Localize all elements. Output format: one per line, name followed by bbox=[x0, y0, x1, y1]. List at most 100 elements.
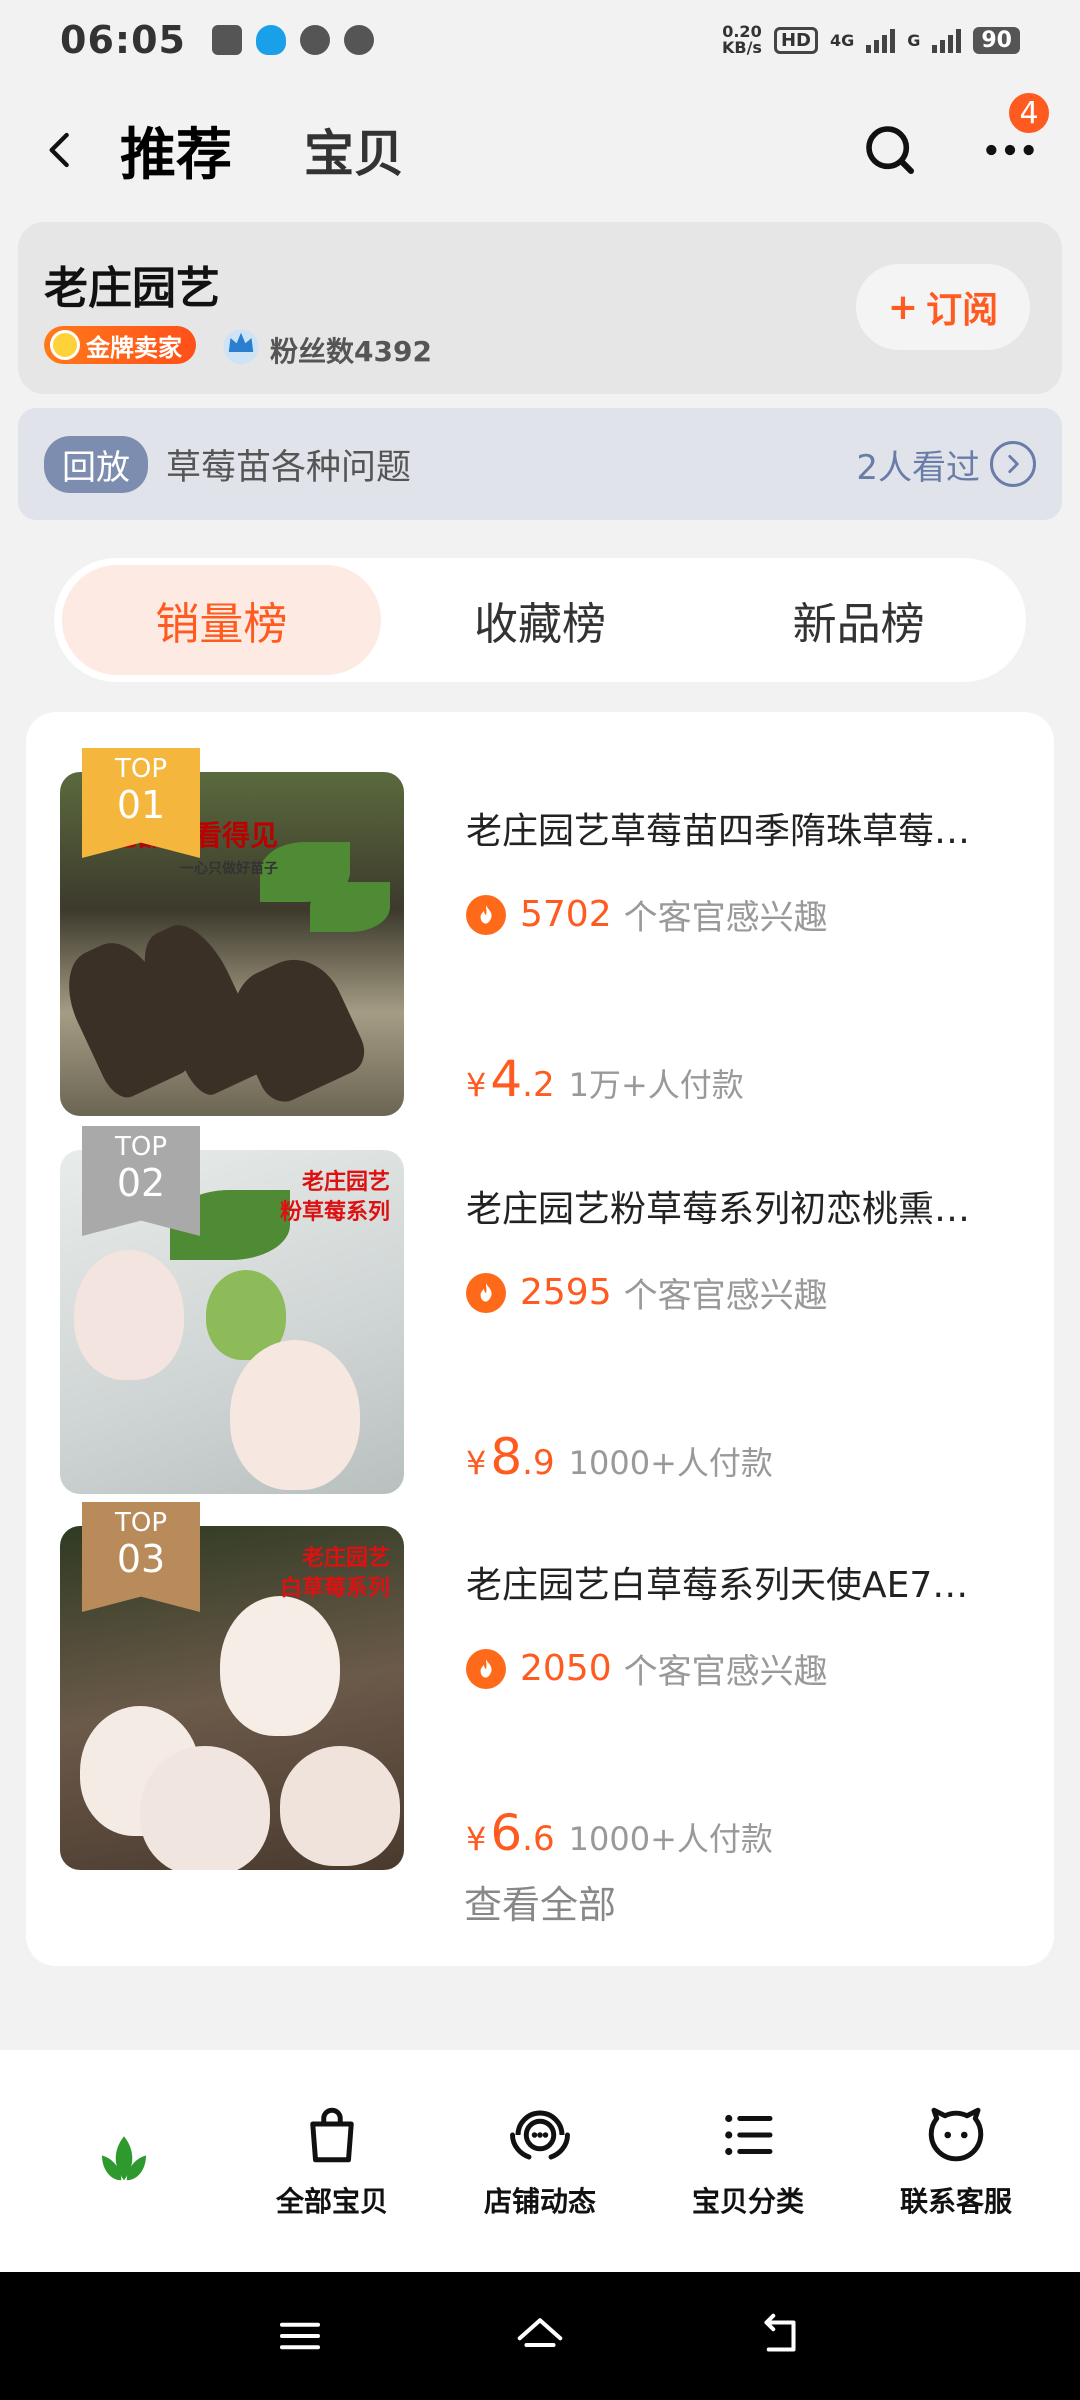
nav-categories[interactable]: 宝贝分类 bbox=[648, 2102, 848, 2220]
price-decimal: .2 bbox=[522, 1065, 555, 1105]
tab-favorites-rank[interactable]: 收藏榜 bbox=[381, 565, 700, 675]
heat-label: 个客官感兴趣 bbox=[623, 1276, 828, 1316]
product-title[interactable]: 老庄园艺白草莓系列天使AE7… bbox=[466, 1556, 1026, 1608]
heat-label: 个客官感兴趣 bbox=[623, 898, 828, 938]
price-integer: 8 bbox=[490, 1428, 523, 1486]
tab-new-rank[interactable]: 新品榜 bbox=[699, 565, 1018, 675]
rank-flag-top: TOP bbox=[114, 754, 168, 784]
plus-icon: + bbox=[887, 286, 919, 328]
system-nav-bar bbox=[0, 2272, 1080, 2400]
tab-recommend[interactable]: 推荐 bbox=[120, 110, 232, 191]
more-button[interactable]: 4 bbox=[980, 90, 1052, 180]
replay-tag: 回放 bbox=[44, 435, 148, 493]
image-caption: 老庄园艺 bbox=[301, 1546, 390, 1571]
rank-flag-top: TOP bbox=[114, 1508, 168, 1538]
rank-number: 02 bbox=[116, 1161, 166, 1205]
heat-count: 2050 bbox=[520, 1648, 612, 1689]
product-item[interactable]: 老庄园艺 白草莓系列 TOP 03 老庄园艺白草莓系列天使AE7… 2050 个… bbox=[60, 1502, 1020, 1870]
ranking-list-card: 艺品质看得见 一心只做好苗子 TOP 01 老庄园艺草莓苗四季隋珠草莓… 570… bbox=[26, 712, 1054, 1966]
net-g-label: G bbox=[907, 30, 921, 50]
subscribe-button[interactable]: + 订阅 bbox=[856, 264, 1030, 350]
rank-flag-top: TOP bbox=[114, 1132, 168, 1162]
medal-icon bbox=[50, 330, 80, 360]
image-subcaption: 白草莓系列 bbox=[279, 1576, 390, 1601]
shop-home-button[interactable] bbox=[24, 2128, 224, 2194]
shopping-bag-icon bbox=[310, 2107, 354, 2163]
image-subcaption: 粉草莓系列 bbox=[279, 1200, 390, 1225]
nav-actions: 4 bbox=[860, 90, 1052, 180]
product-price: ¥ 8 .9 1000+人付款 bbox=[466, 1428, 773, 1486]
nav-all-items[interactable]: 全部宝贝 bbox=[232, 2102, 432, 2220]
net-speed: 0.20 KB/s bbox=[722, 24, 762, 56]
rank-number: 01 bbox=[116, 783, 166, 827]
heat-count: 5702 bbox=[520, 894, 612, 935]
product-heat: 2050 个客官感兴趣 bbox=[466, 1644, 828, 1693]
list-icon bbox=[725, 2114, 773, 2156]
back-icon[interactable] bbox=[753, 2309, 807, 2363]
qq-icon bbox=[255, 25, 286, 55]
fire-icon bbox=[466, 894, 506, 935]
heat-label: 个客官感兴趣 bbox=[623, 1652, 828, 1692]
rank-flag: TOP 02 bbox=[82, 1126, 200, 1236]
product-title[interactable]: 老庄园艺粉草莓系列初恋桃熏… bbox=[466, 1180, 1026, 1232]
product-title[interactable]: 老庄园艺草莓苗四季隋珠草莓… bbox=[466, 802, 1026, 854]
price-decimal: .9 bbox=[522, 1443, 555, 1483]
search-icon bbox=[866, 126, 915, 175]
price-decimal: .6 bbox=[522, 1819, 555, 1859]
broadcast-icon bbox=[510, 2110, 570, 2160]
status-right: 0.20 KB/s HD 4G G 90 bbox=[722, 24, 1020, 56]
signal-icon-2 bbox=[932, 27, 962, 53]
tab-sales-rank[interactable]: 销量榜 bbox=[62, 565, 381, 675]
rank-flag: TOP 03 bbox=[82, 1502, 200, 1612]
live-replay-card[interactable]: 回放 草莓苗各种问题 2人看过 bbox=[18, 408, 1062, 520]
compass-icon bbox=[299, 25, 330, 55]
subscribe-label: 订阅 bbox=[926, 290, 999, 331]
gold-seller-label: 金牌卖家 bbox=[86, 333, 182, 362]
product-price: ¥ 4 .2 1万+人付款 bbox=[466, 1050, 744, 1108]
rank-number: 03 bbox=[116, 1537, 166, 1581]
nav-shop-updates[interactable]: 店铺动态 bbox=[440, 2102, 640, 2220]
product-item[interactable]: 老庄园艺 粉草莓系列 TOP 02 老庄园艺粉草莓系列初恋桃熏… 2595 个客… bbox=[60, 1126, 1020, 1494]
gold-seller-badge: 金牌卖家 bbox=[44, 326, 196, 364]
notification-icons bbox=[211, 25, 374, 55]
fire-icon bbox=[466, 1272, 506, 1313]
shop-name: 老庄园艺 bbox=[44, 263, 220, 314]
notification-badge: 4 bbox=[1006, 90, 1052, 136]
menu-icon[interactable] bbox=[273, 2309, 327, 2363]
home-icon[interactable] bbox=[513, 2309, 567, 2363]
search-button[interactable] bbox=[860, 120, 920, 180]
chevron-right-circle-icon bbox=[990, 441, 1036, 487]
currency-symbol: ¥ bbox=[466, 1820, 487, 1858]
strawberry-shape bbox=[140, 1746, 270, 1870]
currency-symbol: ¥ bbox=[466, 1444, 487, 1482]
rank-flag: TOP 01 bbox=[82, 748, 200, 858]
sold-count: 1万+人付款 bbox=[568, 1066, 744, 1104]
ranking-tabs: 销量榜 收藏榜 新品榜 bbox=[54, 558, 1026, 682]
product-heat: 5702 个客官感兴趣 bbox=[466, 890, 828, 939]
back-button[interactable] bbox=[40, 120, 90, 180]
chevron-left-icon bbox=[49, 132, 69, 168]
image-subcaption: 一心只做好苗子 bbox=[180, 861, 278, 877]
tab-items[interactable]: 宝贝 bbox=[304, 114, 404, 186]
product-heat: 2595 个客官感兴趣 bbox=[466, 1268, 828, 1317]
replay-viewed: 2人看过 bbox=[856, 440, 1036, 489]
shop-logo-icon bbox=[102, 2136, 146, 2181]
shop-header-card[interactable]: 老庄园艺 金牌卖家 粉丝数4392 + 订阅 bbox=[18, 222, 1062, 394]
message-icon bbox=[343, 25, 374, 55]
status-bar: 06:05 0.20 KB/s HD 4G G 90 bbox=[0, 0, 1080, 80]
root-shape bbox=[217, 944, 373, 1110]
price-integer: 6 bbox=[490, 1804, 523, 1862]
sold-count: 1000+人付款 bbox=[568, 1444, 773, 1482]
strawberry-shape bbox=[74, 1250, 184, 1380]
leaf-shape bbox=[310, 882, 390, 932]
nav-customer-service[interactable]: 联系客服 bbox=[856, 2102, 1056, 2220]
fans-count: 粉丝数4392 bbox=[270, 335, 432, 368]
battery-icon: 90 bbox=[973, 26, 1020, 54]
top-nav-bar: 推荐 宝贝 4 bbox=[0, 90, 1080, 205]
replay-title: 草莓苗各种问题 bbox=[166, 447, 412, 488]
currency-symbol: ¥ bbox=[466, 1066, 487, 1104]
shop-bottom-nav: 全部宝贝 店铺动态 宝贝分类 联系客服 bbox=[0, 2050, 1080, 2272]
product-item[interactable]: 艺品质看得见 一心只做好苗子 TOP 01 老庄园艺草莓苗四季隋珠草莓… 570… bbox=[60, 748, 1020, 1116]
see-all-link[interactable]: 查看全部 bbox=[26, 1874, 1054, 1929]
price-integer: 4 bbox=[490, 1050, 523, 1108]
